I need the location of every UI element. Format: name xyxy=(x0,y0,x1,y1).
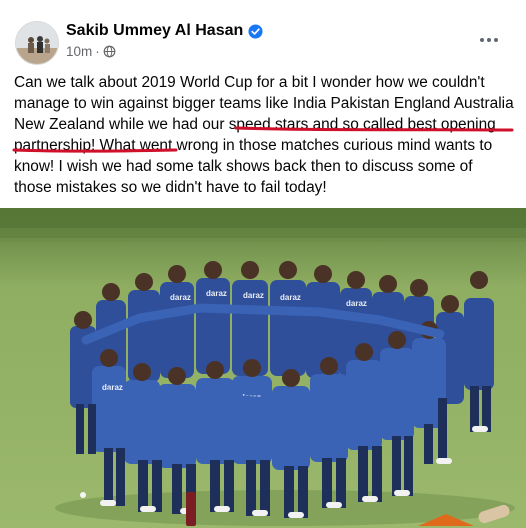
verified-badge-icon xyxy=(248,23,263,39)
svg-text:daraz: daraz xyxy=(346,299,367,308)
post-meta: 10m · xyxy=(66,43,116,60)
post-text: Can we talk about 2019 World Cup for a b… xyxy=(14,74,514,196)
post-header: Sakib Ummey Al Hasan 10m · xyxy=(0,0,526,65)
globe-icon[interactable] xyxy=(103,45,116,58)
facebook-post: Sakib Ummey Al Hasan 10m · Can we talk a… xyxy=(0,0,526,528)
author-name[interactable]: Sakib Ummey Al Hasan xyxy=(66,22,243,40)
post-photo[interactable]: daraz daraz daraz daraz daraz daraz dara… xyxy=(0,208,526,528)
svg-text:daraz: daraz xyxy=(206,289,227,298)
author-avatar[interactable] xyxy=(15,21,59,65)
post-timestamp[interactable]: 10m xyxy=(66,44,92,59)
more-options-button[interactable] xyxy=(472,28,506,52)
svg-text:daraz: daraz xyxy=(243,291,264,300)
author-name-row: Sakib Ummey Al Hasan xyxy=(66,21,263,41)
svg-text:daraz: daraz xyxy=(280,293,301,302)
jersey-logo: daraz xyxy=(170,293,191,302)
more-options-icon xyxy=(480,38,484,42)
meta-separator: · xyxy=(95,44,100,59)
